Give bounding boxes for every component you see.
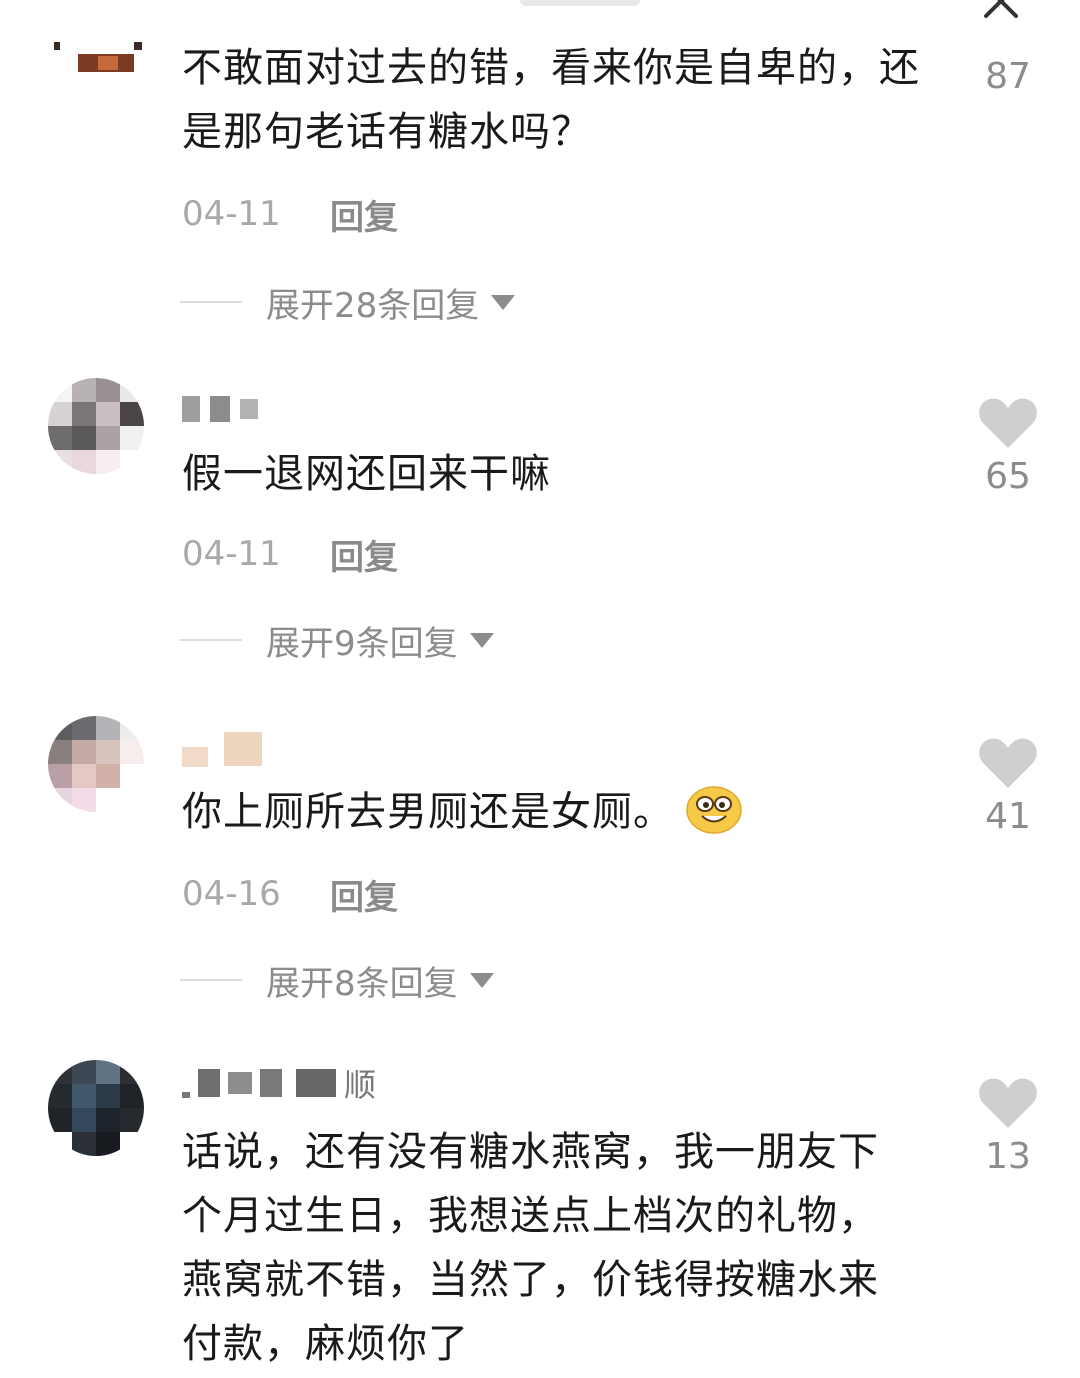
username-visible-char: 顺 (344, 1066, 377, 1104)
like-count: 41 (985, 796, 1031, 837)
reply-button[interactable]: 回复 (330, 190, 398, 239)
close-icon (984, 0, 1018, 18)
heart-icon (979, 398, 1037, 448)
like-button[interactable]: 87 (972, 50, 1044, 97)
triangle-down-icon (469, 972, 494, 988)
heart-icon (979, 1078, 1037, 1128)
like-button[interactable]: 41 (972, 736, 1044, 837)
avatar[interactable] (48, 1060, 144, 1156)
expand-replies-label: 展开28条回复 (266, 285, 480, 326)
triangle-down-icon (469, 632, 494, 648)
username-blurred[interactable] (182, 392, 258, 426)
divider (180, 301, 242, 303)
expand-replies-label: 展开8条回复 (266, 963, 458, 1004)
grinning-emoji (686, 786, 742, 834)
close-button[interactable] (978, 0, 1024, 18)
comment-text: 话说，还有没有糖水燕窝，我一朋友下个月过生日，我想送点上档次的礼物，燕窝就不错，… (182, 1129, 879, 1367)
blurred-header-title (520, 0, 640, 6)
expand-replies-label: 展开9条回复 (266, 623, 458, 664)
like-count: 87 (985, 56, 1031, 97)
reply-button[interactable]: 回复 (330, 530, 398, 579)
expand-replies-button[interactable]: 展开8条回复 (180, 960, 494, 1004)
expand-replies-button[interactable]: 展开9条回复 (180, 620, 494, 664)
username-blurred[interactable] (182, 732, 262, 767)
comment-text: 不敢面对过去的错，看来你是自卑的，还是那句老话有糖水吗？ (182, 45, 920, 155)
like-count: 65 (985, 456, 1031, 497)
comment-text: 假一退网还回来干嘛 (182, 451, 551, 497)
comment-text: 你上厕所去男厕还是女厕。 (182, 780, 922, 844)
like-count: 13 (985, 1136, 1031, 1177)
avatar[interactable] (48, 378, 144, 474)
expand-replies-button[interactable]: 展开28条回复 (180, 282, 516, 326)
comment-date: 04-11 (182, 194, 281, 234)
username-blurred[interactable]: 顺 (182, 1066, 376, 1104)
heart-icon (979, 738, 1037, 788)
comment-text-content: 你上厕所去男厕还是女厕。 (182, 789, 674, 835)
comment-date: 04-11 (182, 534, 281, 574)
divider (180, 639, 242, 641)
avatar[interactable] (48, 40, 144, 80)
divider (180, 979, 242, 981)
like-button[interactable]: 13 (972, 1076, 1044, 1177)
like-button[interactable]: 65 (972, 396, 1044, 497)
avatar[interactable] (48, 716, 144, 812)
triangle-down-icon (491, 294, 516, 310)
comment-date: 04-16 (182, 874, 281, 914)
reply-button[interactable]: 回复 (330, 870, 398, 919)
